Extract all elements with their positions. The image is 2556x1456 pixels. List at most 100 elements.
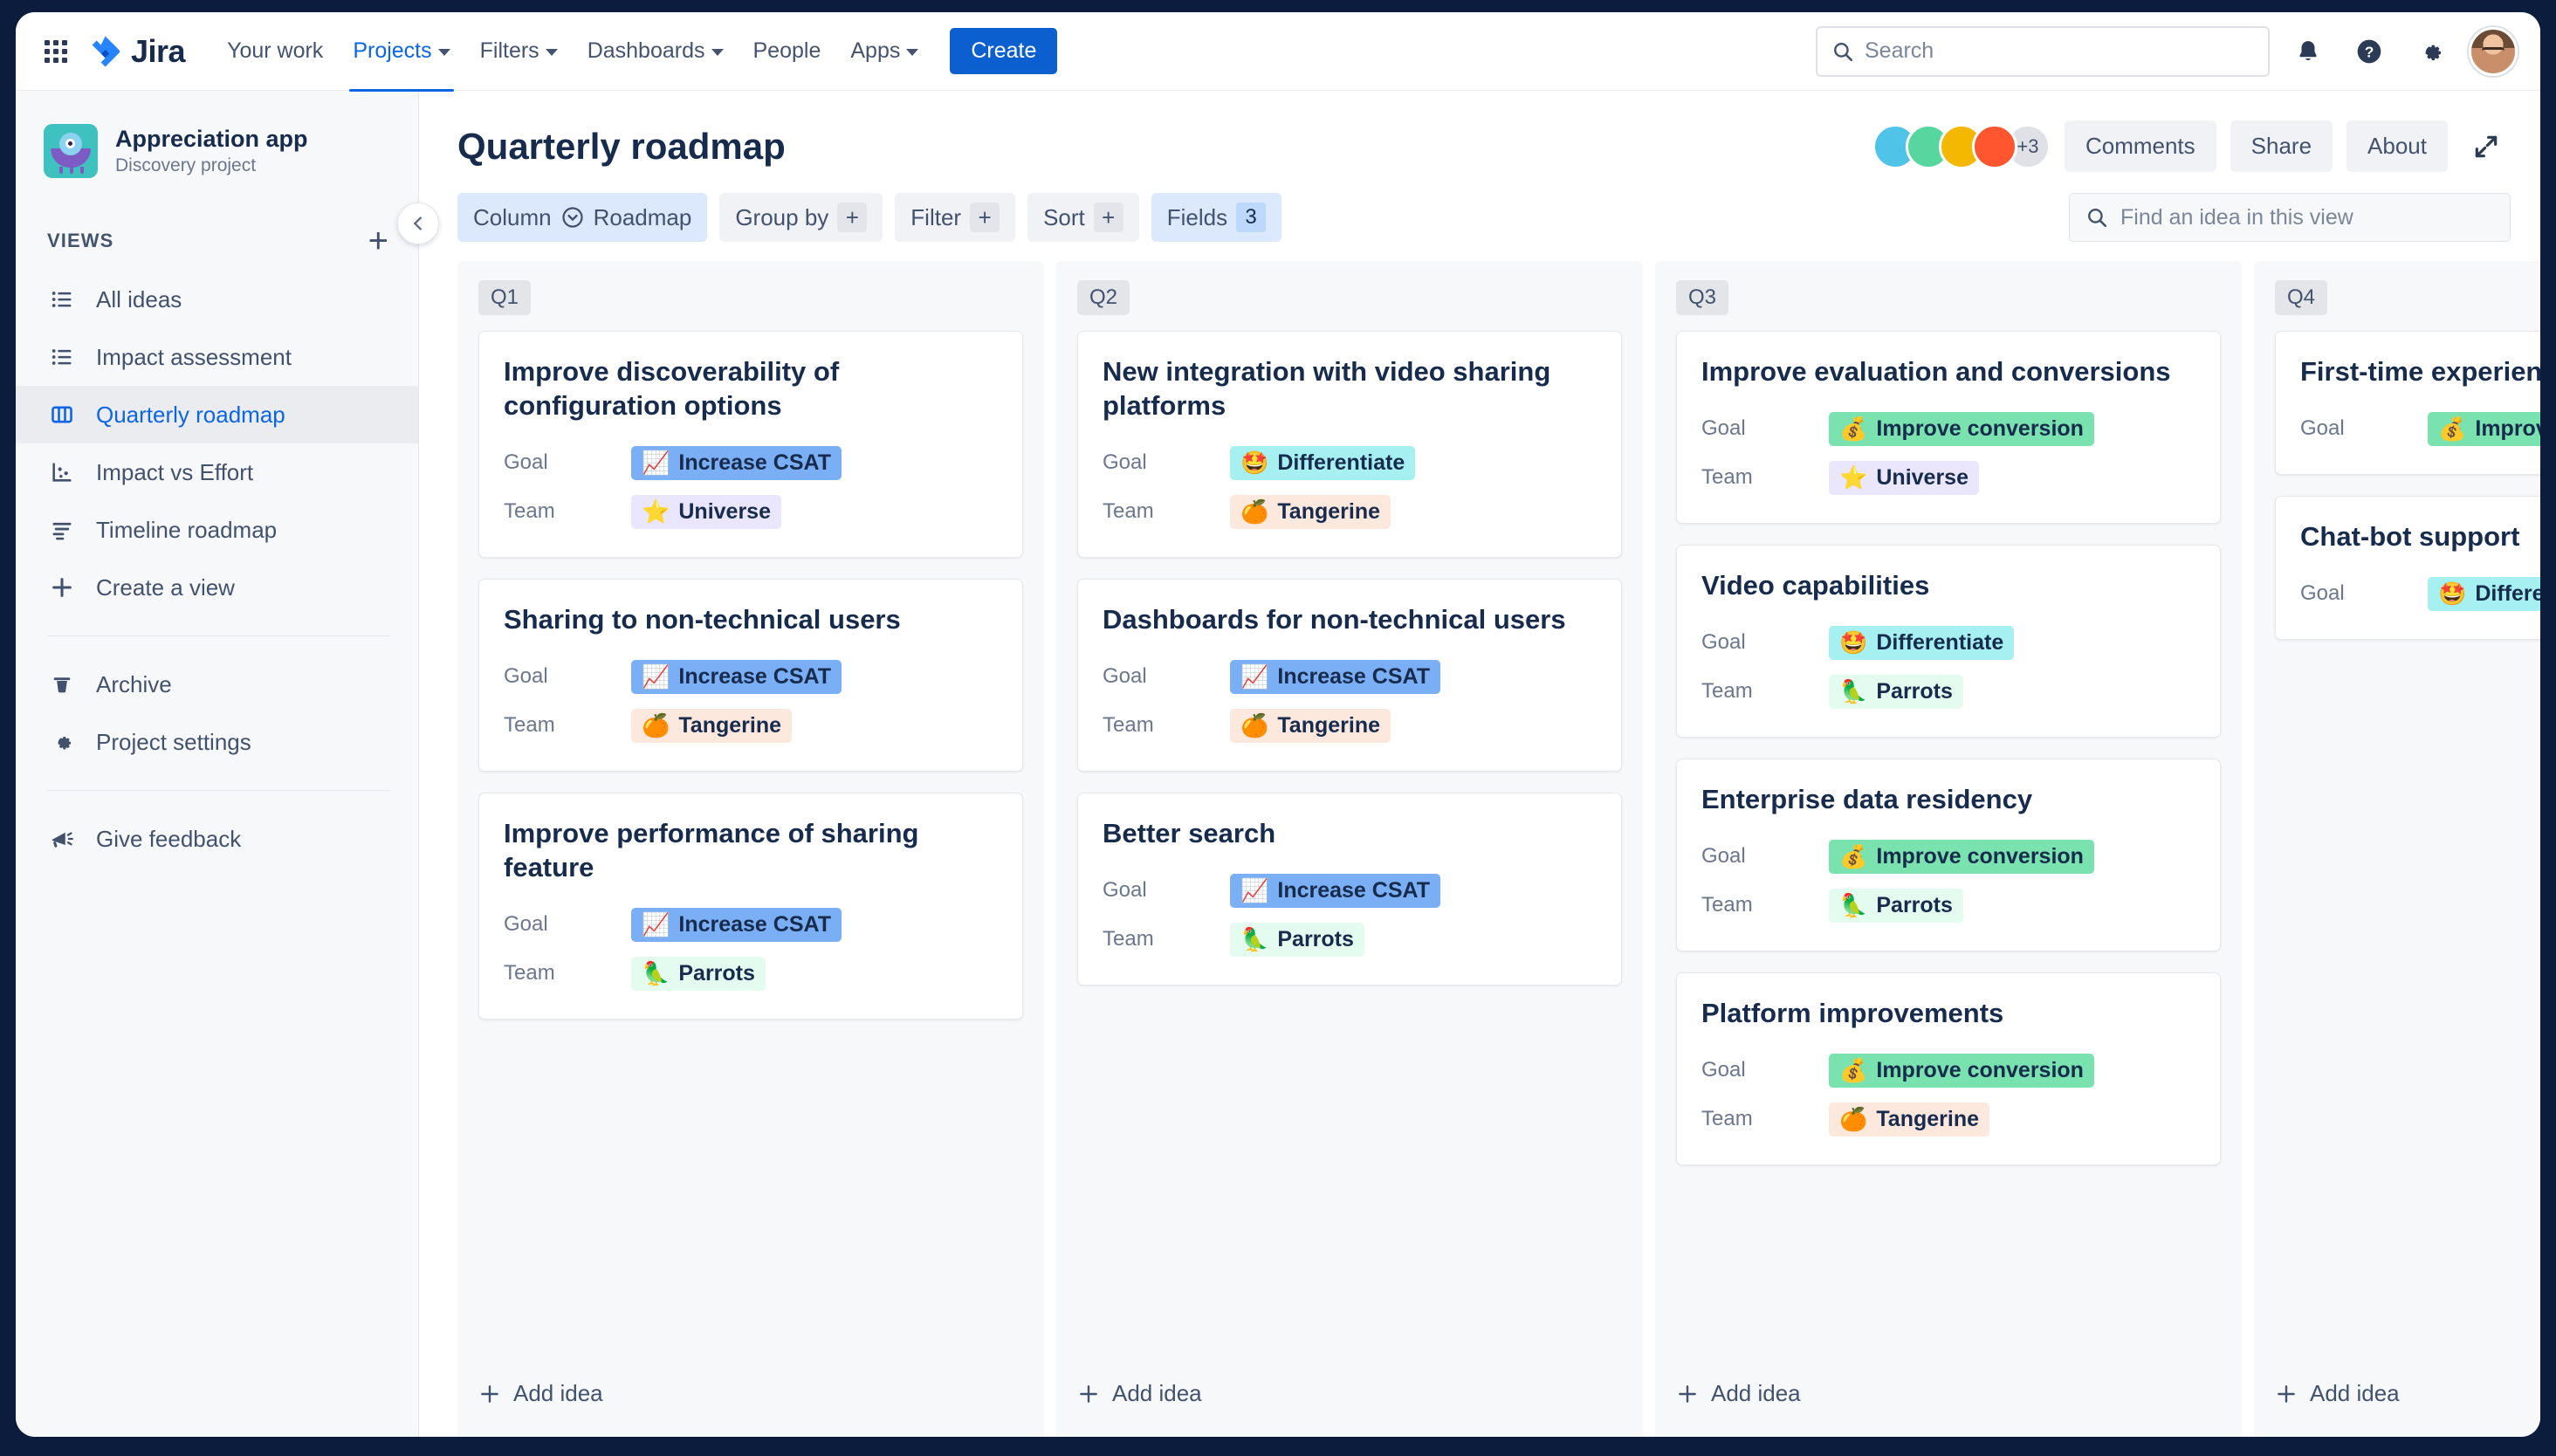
column-config-chip[interactable]: Column Roadmap [457,193,708,242]
avatar[interactable] [1971,123,2017,169]
column-label[interactable]: Q3 [1676,280,1729,315]
value-tag[interactable]: 🤩 Differentiate [1230,445,1416,480]
sort-chip[interactable]: Sort + [1027,193,1139,242]
tag-label: Improve conversion [1876,843,2084,869]
sidebar-item-project-settings[interactable]: Project settings [16,713,418,771]
global-search-placeholder: Search [1865,38,1934,63]
nav-people[interactable]: People [741,30,834,72]
value-tag[interactable]: 🦜 Parrots [631,956,766,991]
create-button[interactable]: Create [950,28,1058,74]
fields-count-badge: 3 [1236,203,1267,232]
idea-card[interactable]: New integration with video sharing platf… [1077,331,1622,559]
sidebar-item-timeline-roadmap[interactable]: Timeline roadmap [16,501,418,559]
find-idea-input[interactable]: Find an idea in this view [2069,193,2511,242]
idea-card[interactable]: Improve discoverability of configuration… [478,331,1023,559]
value-tag[interactable]: ⭐ Universe [631,494,781,529]
group-by-chip[interactable]: Group by + [719,193,883,242]
value-tag[interactable]: 🍊 Tangerine [1829,1102,1989,1137]
tag-emoji-icon: 💰 [2438,416,2467,443]
filter-chip[interactable]: Filter + [895,193,1016,242]
tag-label: Universe [678,498,771,524]
idea-card[interactable]: Dashboards for non-technical users Goal 📈 I… [1077,579,1622,773]
value-tag[interactable]: 📈 Increase CSAT [1230,659,1440,694]
notifications-button[interactable] [2285,29,2331,74]
value-tag[interactable]: 📈 Increase CSAT [631,445,842,480]
nav-projects[interactable]: Projects [340,30,462,92]
idea-title: Sharing to non-technical users [504,604,901,635]
idea-card[interactable]: Video capabilities Goal 🤩 Differentiate Team… [1676,545,2221,738]
sidebar-item-impact-vs-effort[interactable]: Impact vs Effort [16,443,418,501]
value-tag[interactable]: 🍊 Tangerine [1230,708,1391,743]
column-label[interactable]: Q1 [478,280,532,315]
nav-filters[interactable]: Filters [468,30,570,72]
tag-label: Differentiate [2475,580,2540,606]
sidebar-item-quarterly-roadmap[interactable]: Quarterly roadmap [16,386,418,443]
value-tag[interactable]: ⭐ Universe [1829,460,1979,495]
idea-card[interactable]: Improve performance of sharing feature Go… [478,793,1023,1020]
value-tag[interactable]: 💰 Improve conversion [1829,1053,2094,1088]
value-tag[interactable]: 💰 Improve conversion [2428,411,2540,446]
field-label-team: Team [1103,713,1154,738]
idea-card[interactable]: Enterprise data residency Goal 💰 Improve co… [1676,759,2221,952]
expand-view-button[interactable] [2462,122,2511,171]
megaphone-icon [47,826,77,852]
profile-avatar[interactable] [2469,26,2518,76]
settings-button[interactable] [2408,29,2453,74]
global-search-input[interactable]: Search [1816,25,2270,77]
nav-label: People [752,38,821,63]
value-tag[interactable]: 🦜 Parrots [1829,888,1963,923]
project-header[interactable]: Appreciation app Discovery project [16,117,418,178]
sidebar-item-create-a-view[interactable]: Create a view [16,559,418,616]
idea-card[interactable]: First-time experience Goal 💰 Improve conver… [2275,331,2540,476]
nav-apps[interactable]: Apps [838,30,931,72]
add-idea-button[interactable]: Add idea [2254,1361,2540,1437]
share-button[interactable]: Share [2230,120,2333,172]
column-label[interactable]: Q2 [1077,280,1130,315]
value-tag[interactable]: 🍊 Tangerine [1230,494,1391,529]
add-idea-button[interactable]: Add idea [1056,1361,1643,1437]
project-avatar-alien-icon [44,124,98,178]
idea-card[interactable]: Platform improvements Goal 💰 Improve conver… [1676,972,2221,1166]
tag-emoji-icon: 📈 [642,450,670,477]
value-tag[interactable]: 🤩 Differentiate [1829,625,2015,660]
value-tag[interactable]: 💰 Improve conversion [1829,839,2094,874]
fields-chip[interactable]: Fields 3 [1151,193,1282,242]
value-tag[interactable]: 💰 Improve conversion [1829,411,2094,446]
column-label[interactable]: Q4 [2275,280,2328,315]
add-idea-button[interactable]: Add idea [457,1361,1044,1437]
tag-emoji-icon: 🍊 [1240,498,1269,525]
add-view-button[interactable]: + [368,223,388,258]
tag-emoji-icon: 🤩 [2438,580,2467,608]
help-button[interactable]: ? [2346,29,2392,74]
value-tag[interactable]: 📈 Increase CSAT [631,659,842,694]
idea-card[interactable]: Improve evaluation and conversions Goal 💰 I… [1676,331,2221,525]
idea-team-field: Team 🦜 Parrots [1103,915,1597,964]
chevron-left-icon [414,216,422,230]
jira-home-link[interactable]: Jira [87,33,186,70]
idea-card[interactable]: Chat-bot support Goal 🤩 Differentiate [2275,496,2540,641]
board-column: Q1 Improve discoverability of configurati… [457,261,1044,1437]
idea-card[interactable]: Sharing to non-technical users Goal 📈 Incre… [478,579,1023,773]
idea-goal-field: Goal 📈 Increase CSAT [504,652,998,701]
value-tag[interactable]: 🍊 Tangerine [631,708,792,743]
sidebar-item-impact-assessment[interactable]: Impact assessment [16,328,418,386]
idea-card[interactable]: Better search Goal 📈 Increase CSAT Team 🦜 Parr… [1077,793,1622,986]
add-idea-button[interactable]: Add idea [1655,1361,2242,1437]
app-switcher-button[interactable] [35,31,77,72]
nav-your-work[interactable]: Your work [215,30,335,72]
value-tag[interactable]: 🤩 Differentiate [2428,576,2540,611]
field-label-team: Team [1701,679,1753,704]
sidebar-collapse-button[interactable] [397,203,439,244]
collaborator-avatars[interactable]: +3 [1872,123,2051,169]
value-tag[interactable]: 📈 Increase CSAT [1230,873,1440,908]
tag-emoji-icon: 🤩 [1240,450,1269,477]
sidebar-item-all-ideas[interactable]: All ideas [16,271,418,328]
nav-dashboards[interactable]: Dashboards [575,30,736,72]
sidebar-item-give-feedback[interactable]: Give feedback [16,810,418,868]
about-button[interactable]: About [2346,120,2448,172]
sidebar-item-archive[interactable]: Archive [16,656,418,713]
value-tag[interactable]: 📈 Increase CSAT [631,907,842,942]
value-tag[interactable]: 🦜 Parrots [1230,922,1364,957]
comments-button[interactable]: Comments [2064,120,2216,172]
value-tag[interactable]: 🦜 Parrots [1829,674,1963,709]
